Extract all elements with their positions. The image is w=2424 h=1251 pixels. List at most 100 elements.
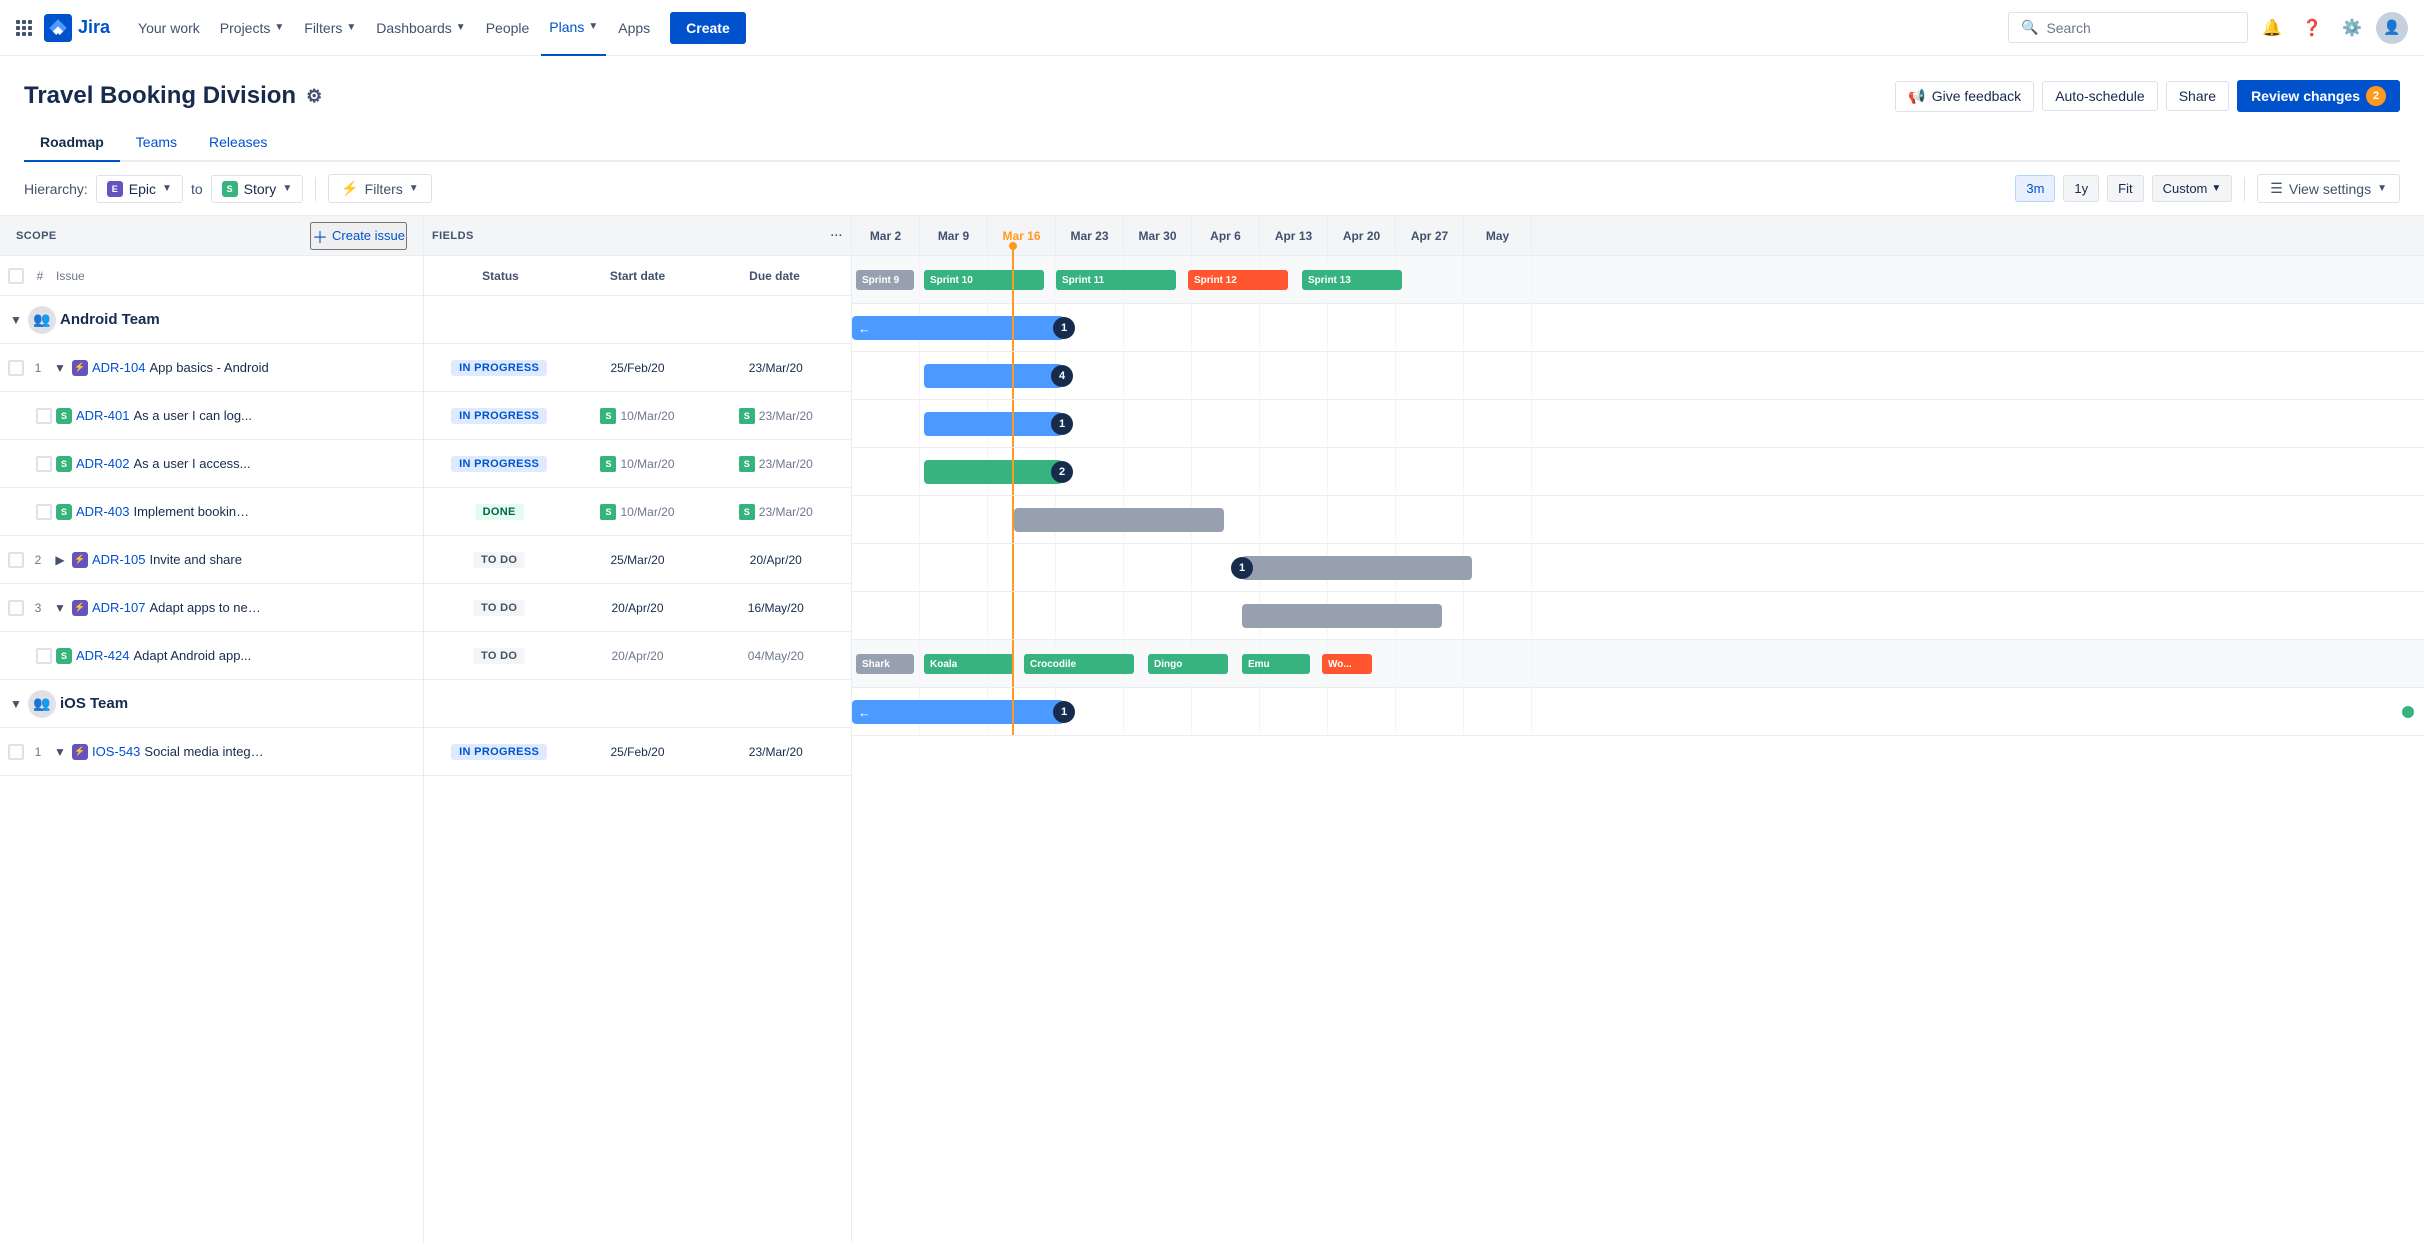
row-checkbox[interactable] xyxy=(8,360,24,376)
due-date: S 23/Mar/20 xyxy=(709,456,843,472)
gantt-date-col: Mar 16 xyxy=(988,216,1056,256)
gantt-row-adr403: 2 xyxy=(852,448,2424,496)
gantt-date-col: Mar 9 xyxy=(920,216,988,256)
fields-row xyxy=(424,296,851,344)
fields-row: TO DO 20/Apr/20 16/May/20 xyxy=(424,584,851,632)
tab-releases[interactable]: Releases xyxy=(193,124,283,160)
time-1y-button[interactable]: 1y xyxy=(2063,175,2099,202)
issue-title: As a user I can log... xyxy=(133,408,252,423)
start-date: 25/Feb/20 xyxy=(570,361,704,375)
row-checkbox[interactable] xyxy=(36,408,52,424)
share-button[interactable]: Share xyxy=(2166,81,2229,111)
search-box[interactable]: 🔍 Search xyxy=(2008,12,2248,43)
issue-id[interactable]: IOS-543 xyxy=(92,744,140,759)
gantt-date-col: Apr 6 xyxy=(1192,216,1260,256)
create-issue-button[interactable]: ＋ Create issue xyxy=(310,222,407,250)
help-button[interactable]: ❓ xyxy=(2296,12,2328,44)
far-right-dot xyxy=(2402,706,2414,718)
page-settings-icon[interactable]: ⚙ xyxy=(306,86,322,107)
status-badge: TO DO xyxy=(473,600,525,616)
status-badge: IN PROGRESS xyxy=(451,360,547,376)
nav-your-work[interactable]: Your work xyxy=(130,0,208,56)
issue-id[interactable]: ADR-403 xyxy=(76,504,129,519)
view-settings-button[interactable]: ☰ View settings ▼ xyxy=(2257,174,2400,203)
group-ios-team[interactable]: ▼ 👥 iOS Team xyxy=(0,680,423,728)
row-checkbox[interactable] xyxy=(8,600,24,616)
search-icon: 🔍 xyxy=(2021,19,2038,36)
time-custom-container[interactable]: Custom ▼ xyxy=(2152,175,2233,202)
story-icon: S xyxy=(56,408,72,424)
story-icon: S xyxy=(56,504,72,520)
tab-teams[interactable]: Teams xyxy=(120,124,193,160)
row-num: 1 xyxy=(28,745,48,759)
create-button[interactable]: Create xyxy=(670,12,746,44)
epic-selector[interactable]: E Epic ▼ xyxy=(96,175,183,203)
issue-id[interactable]: ADR-401 xyxy=(76,408,129,423)
row-num: 1 xyxy=(28,361,48,375)
autoschedule-button[interactable]: Auto-schedule xyxy=(2042,81,2158,111)
fields-row: IN PROGRESS 25/Feb/20 23/Mar/20 xyxy=(424,344,851,392)
sprint-s-icon: S xyxy=(739,504,755,520)
chevron-down-icon: ▼ xyxy=(274,22,284,33)
tab-roadmap[interactable]: Roadmap xyxy=(24,124,120,162)
top-nav: Jira Your work Projects ▼ Filters ▼ Dash… xyxy=(0,0,2424,56)
row-checkbox[interactable] xyxy=(36,648,52,664)
app-grid-icon[interactable] xyxy=(16,20,32,36)
start-date: S 10/Mar/20 xyxy=(570,408,704,424)
feedback-button[interactable]: 📢 Give feedback xyxy=(1895,81,2034,112)
due-date: 16/May/20 xyxy=(709,601,843,615)
row-checkbox[interactable] xyxy=(8,744,24,760)
select-all-checkbox[interactable] xyxy=(8,268,24,284)
notifications-button[interactable]: 🔔 xyxy=(2256,12,2288,44)
fields-row: DONE S 10/Mar/20 S 23/Mar/20 xyxy=(424,488,851,536)
story-selector[interactable]: S Story ▼ xyxy=(211,175,304,203)
list-item: 3 ▼ ⚡ ADR-107 Adapt apps to new pa... xyxy=(0,584,423,632)
group-avatar: 👥 xyxy=(28,306,56,334)
epic-icon: ⚡ xyxy=(72,552,88,568)
avatar[interactable]: 👤 xyxy=(2376,12,2408,44)
chevron-down-icon[interactable]: ▼ xyxy=(52,745,68,759)
ios-team-label: iOS Team xyxy=(60,695,128,712)
nav-plans[interactable]: Plans ▼ xyxy=(541,0,606,56)
time-fit-button[interactable]: Fit xyxy=(2107,175,2143,202)
issue-id[interactable]: ADR-107 xyxy=(92,600,145,615)
nav-projects[interactable]: Projects ▼ xyxy=(212,0,292,56)
sprint-s-icon: S xyxy=(600,408,616,424)
nav-dashboards[interactable]: Dashboards ▼ xyxy=(368,0,473,56)
more-options-icon[interactable]: ··· xyxy=(831,230,843,242)
chevron-right-icon[interactable]: ▶ xyxy=(52,553,68,567)
time-3m-button[interactable]: 3m xyxy=(2015,175,2055,202)
chevron-down-icon[interactable]: ▼ xyxy=(8,697,24,711)
filters-button[interactable]: ⚡ Filters ▼ xyxy=(328,174,431,203)
hierarchy-label: Hierarchy: xyxy=(24,181,88,197)
settings-button[interactable]: ⚙️ xyxy=(2336,12,2368,44)
chevron-down-icon[interactable]: ▼ xyxy=(8,313,24,327)
chevron-down-icon[interactable]: ▼ xyxy=(52,601,68,615)
row-checkbox[interactable] xyxy=(8,552,24,568)
issue-id[interactable]: ADR-104 xyxy=(92,360,145,375)
issue-num-header: # xyxy=(30,269,50,283)
row-checkbox[interactable] xyxy=(36,456,52,472)
gantt-row-adr107: 1 xyxy=(852,544,2424,592)
group-android-team[interactable]: ▼ 👥 Android Team xyxy=(0,296,423,344)
issue-id[interactable]: ADR-402 xyxy=(76,456,129,471)
chevron-down-icon: ▼ xyxy=(162,183,172,194)
megaphone-icon: 📢 xyxy=(1908,88,1925,105)
due-date: 20/Apr/20 xyxy=(709,553,843,567)
nav-filters[interactable]: Filters ▼ xyxy=(296,0,364,56)
list-item: S ADR-424 Adapt Android app... xyxy=(0,632,423,680)
status-badge: DONE xyxy=(475,504,524,520)
issue-id[interactable]: ADR-424 xyxy=(76,648,129,663)
gantt-row-adr104: ← 1 xyxy=(852,304,2424,352)
fields-row: IN PROGRESS S 10/Mar/20 S 23/Mar/20 xyxy=(424,392,851,440)
issue-id[interactable]: ADR-105 xyxy=(92,552,145,567)
review-changes-button[interactable]: Review changes 2 xyxy=(2237,80,2400,112)
nav-apps[interactable]: Apps xyxy=(610,0,658,56)
nav-people[interactable]: People xyxy=(478,0,538,56)
issue-title: Implement booking... xyxy=(133,504,253,519)
row-checkbox[interactable] xyxy=(36,504,52,520)
chevron-down-icon[interactable]: ▼ xyxy=(52,361,68,375)
row-num: 3 xyxy=(28,601,48,615)
sprint-s-icon: S xyxy=(739,408,755,424)
logo[interactable]: Jira xyxy=(44,14,110,42)
